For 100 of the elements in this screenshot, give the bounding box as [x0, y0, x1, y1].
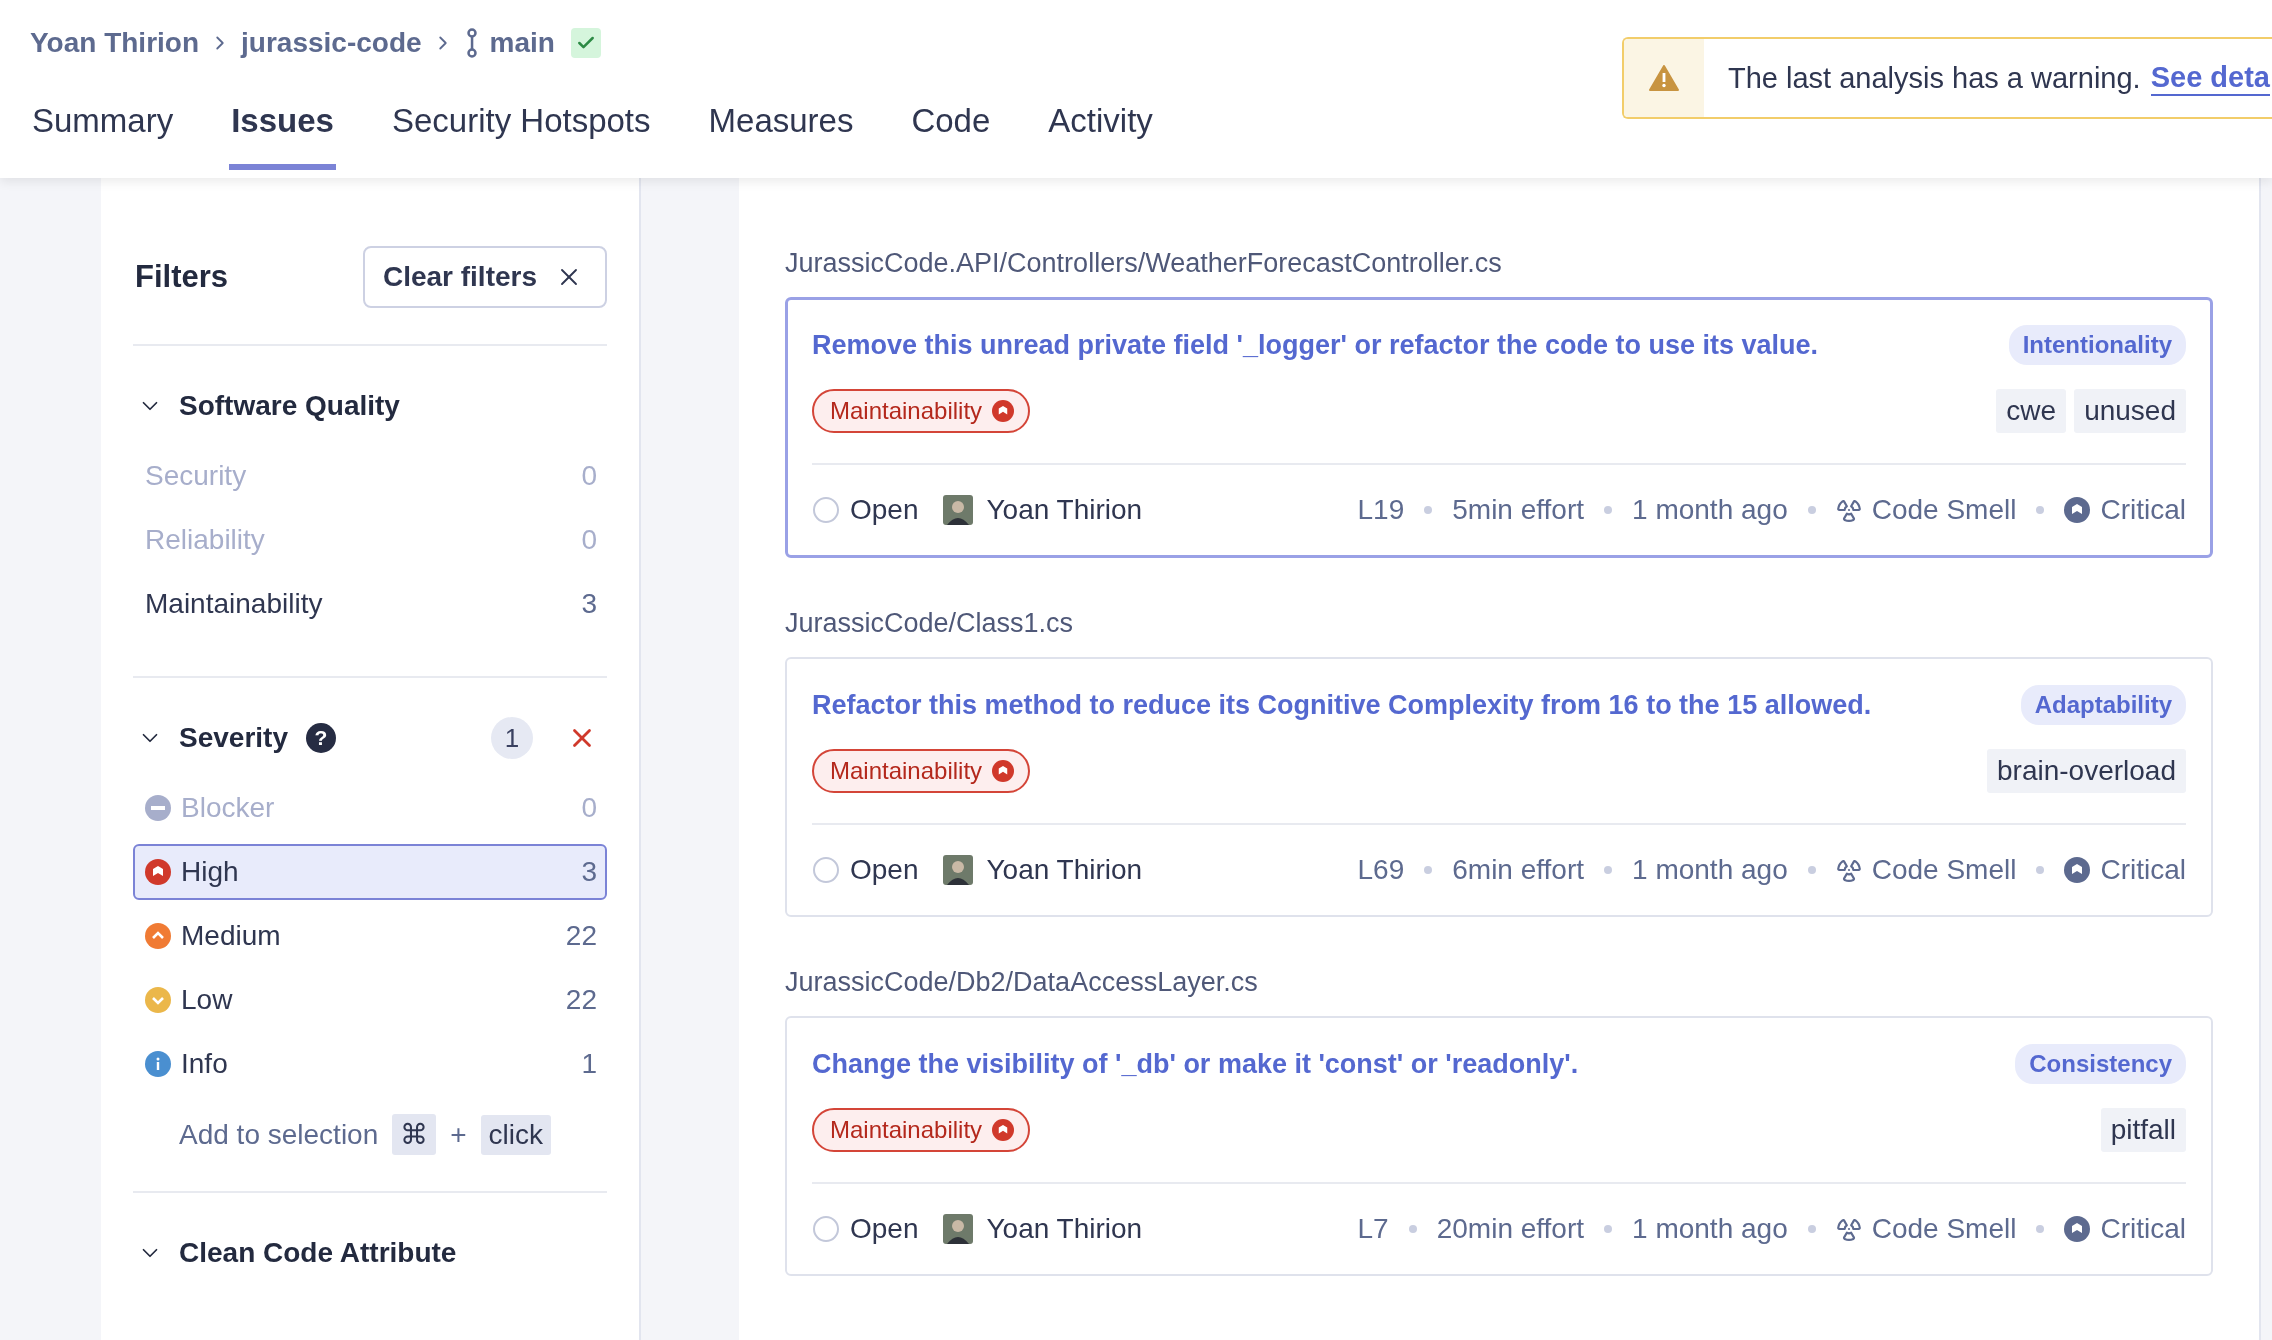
status-radio[interactable]: [812, 496, 840, 524]
nav-tab[interactable]: Activity: [1046, 102, 1155, 170]
nav-tab[interactable]: Code: [909, 102, 993, 170]
facet-count: 22: [565, 920, 597, 952]
separator-dot: [1604, 1225, 1613, 1233]
effort: 5min effort: [1452, 494, 1585, 526]
separator-dot: [2036, 1225, 2045, 1233]
breadcrumb-link[interactable]: Yoan Thirion: [30, 27, 200, 59]
issue-title[interactable]: Change the visibility of '_db' or make it 'const' or 'readonly'.: [812, 1048, 1579, 1080]
shield-circle-icon: [2064, 857, 2091, 883]
shield-circle-icon: [2064, 497, 2091, 523]
effort: 20min effort: [1436, 1213, 1585, 1245]
filter-option[interactable]: Info 1: [133, 1036, 607, 1092]
issue-title[interactable]: Remove this unread private field '_logger' or refactor the code to use its value.: [812, 329, 1819, 361]
separator-dot: [1807, 506, 1816, 514]
filter-section-toggle[interactable]: Severity: [133, 722, 288, 754]
attribute-tag: Consistency: [2015, 1044, 2186, 1084]
issue-severity: Critical: [2100, 494, 2186, 526]
separator-dot: [1424, 506, 1433, 514]
separator-dot: [1424, 866, 1433, 874]
issue-type: Code Smell: [1871, 854, 2017, 886]
filter-option[interactable]: Low 22: [133, 972, 607, 1028]
warning-message: The last analysis has a warning.: [1728, 61, 2141, 95]
quality-tag: Maintainability: [812, 749, 1031, 793]
separator-dot: [2036, 866, 2045, 874]
issue-card[interactable]: Refactor this method to reduce its Cognitive Complexity from 16 to the 15 allowed. Adaptability Maintainability brain-overload Open Yoan Thirion L69 6min effort 1 month ago Code Smell Critical: [785, 657, 2213, 917]
selected-count-badge: 1: [491, 717, 533, 759]
facet-count: 3: [581, 588, 597, 620]
line-number: L69: [1357, 854, 1405, 886]
minus-circle-icon: [145, 795, 171, 821]
issue-status[interactable]: Open: [850, 1213, 919, 1245]
line-number: L7: [1357, 1213, 1389, 1245]
separator-dot: [1807, 866, 1816, 874]
assignee-name[interactable]: Yoan Thirion: [986, 494, 1143, 526]
assignee-name[interactable]: Yoan Thirion: [986, 1213, 1143, 1245]
issue-tag[interactable]: cwe: [1996, 389, 2067, 433]
separator-dot: [1408, 1225, 1417, 1233]
selection-hint: Add to selection: [179, 1118, 379, 1151]
radiation-icon: [1835, 497, 1862, 523]
file-path: JurassicCode/Db2/DataAccessLayer.cs: [785, 967, 1259, 998]
issue-age: 1 month ago: [1632, 854, 1788, 886]
chevron-up-circle-icon: [145, 923, 171, 949]
nav-tab[interactable]: Security Hotspots: [389, 102, 653, 170]
issue-tag[interactable]: pitfall: [2100, 1108, 2186, 1152]
info-icon: [145, 1051, 171, 1077]
attribute-tag: Intentionality: [2008, 325, 2186, 365]
issue-age: 1 month ago: [1632, 1213, 1788, 1245]
click-key: click: [480, 1114, 552, 1155]
facet-count: 1: [581, 1048, 597, 1080]
issue-card[interactable]: Change the visibility of '_db' or make it 'const' or 'readonly'. Consistency Maintainability pitfall Open Yoan Thirion L7 20min effort 1 month ago Code Smell Critical: [785, 1016, 2213, 1276]
issue-status[interactable]: Open: [850, 494, 919, 526]
filter-section-toggle[interactable]: Clean Code Attribute: [133, 1237, 457, 1269]
issue-severity: Critical: [2100, 854, 2186, 886]
nav-tab[interactable]: Measures: [706, 102, 856, 170]
shield-circle-icon: [145, 859, 171, 885]
details-link[interactable]: See deta: [2150, 60, 2270, 96]
effort: 6min effort: [1452, 854, 1585, 886]
radiation-icon: [1835, 857, 1862, 883]
issue-type: Code Smell: [1871, 494, 2017, 526]
branch-name[interactable]: main: [489, 27, 555, 59]
avatar: [942, 495, 973, 525]
shield-circle-icon: [992, 1119, 1015, 1141]
nav-tab[interactable]: Summary: [30, 102, 176, 170]
avatar: [942, 855, 973, 885]
facet-count: 0: [581, 792, 597, 824]
clear-filters-button[interactable]: Clear filters: [362, 246, 607, 308]
separator-dot: [1604, 866, 1613, 874]
issue-title[interactable]: Refactor this method to reduce its Cognitive Complexity from 16 to the 15 allowed.: [812, 689, 1872, 721]
filters-title: Filters: [135, 259, 229, 295]
issue-tag[interactable]: unused: [2074, 389, 2186, 433]
warning-icon: [1649, 65, 1679, 91]
assignee-name[interactable]: Yoan Thirion: [986, 854, 1143, 886]
line-number: L19: [1357, 494, 1405, 526]
help-icon[interactable]: ?: [305, 723, 336, 753]
filter-option[interactable]: Medium 22: [133, 908, 607, 964]
issue-severity: Critical: [2100, 1213, 2186, 1245]
chevron-down-circle-icon: [145, 987, 171, 1013]
issue-type: Code Smell: [1871, 1213, 2017, 1245]
issue-status[interactable]: Open: [850, 854, 919, 886]
status-radio[interactable]: [812, 856, 840, 884]
nav-tab[interactable]: Issues: [229, 102, 336, 170]
filter-section-toggle[interactable]: Software Quality: [133, 390, 400, 422]
filter-option[interactable]: Maintainability 3: [133, 576, 607, 632]
issue-age: 1 month ago: [1632, 494, 1788, 526]
status-radio[interactable]: [812, 1215, 840, 1243]
breadcrumb-link[interactable]: jurassic-code: [241, 27, 422, 59]
facet-count: 22: [565, 984, 597, 1016]
avatar: [942, 1214, 973, 1244]
separator-dot: [1807, 1225, 1816, 1233]
separator-dot: [1604, 506, 1613, 514]
shield-circle-icon: [992, 760, 1015, 782]
issue-tag[interactable]: brain-overload: [1987, 749, 2186, 793]
filter-option[interactable]: High 3: [133, 844, 607, 900]
issue-card[interactable]: Remove this unread private field '_logger' or refactor the code to use its value. Intentionality Maintainability cwe unused Open Yoan Thirion L19 5min effort 1 month ago Code Smell Critical: [785, 297, 2213, 558]
radiation-icon: [1835, 1216, 1862, 1242]
facet-count: 3: [581, 856, 597, 888]
shield-circle-icon: [2064, 1216, 2091, 1242]
quality-tag: Maintainability: [812, 1108, 1031, 1152]
file-path: JurassicCode/Class1.cs: [785, 608, 1075, 639]
shield-circle-icon: [992, 400, 1015, 422]
